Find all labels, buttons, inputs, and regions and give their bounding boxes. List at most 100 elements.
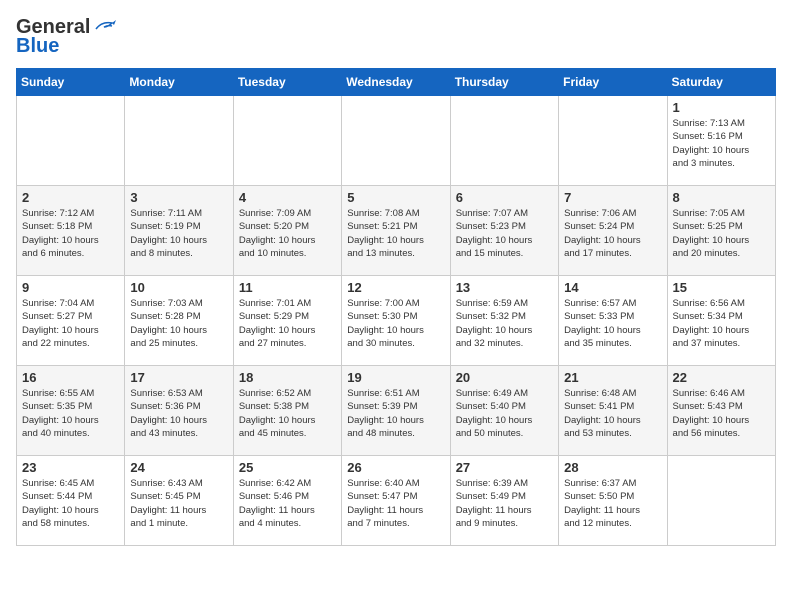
calendar-week-row: 23 Sunrise: 6:45 AM Sunset: 5:44 PM Dayli… — [17, 456, 776, 546]
day-number: 28 — [564, 460, 661, 475]
day-number: 4 — [239, 190, 336, 205]
calendar-cell: 16 Sunrise: 6:55 AM Sunset: 5:35 PM Dayli… — [17, 366, 125, 456]
calendar-cell: 26Sunrise: 6:40 AM Sunset: 5:47 PM Dayli… — [342, 456, 450, 546]
weekday-header-sunday: Sunday — [17, 69, 125, 96]
day-info: Sunrise: 7:06 AM Sunset: 5:24 PM Dayligh… — [564, 207, 661, 260]
day-info: Sunrise: 7:03 AM Sunset: 5:28 PM Dayligh… — [130, 297, 227, 350]
day-number: 8 — [673, 190, 770, 205]
day-number: 25 — [239, 460, 336, 475]
day-info: Sunrise: 6:39 AM Sunset: 5:49 PM Dayligh… — [456, 477, 553, 530]
calendar-cell: 12Sunrise: 7:00 AM Sunset: 5:30 PM Dayli… — [342, 276, 450, 366]
calendar-week-row: 1 Sunrise: 7:13 AM Sunset: 5:16 PM Daylig… — [17, 96, 776, 186]
calendar-cell: 7 Sunrise: 7:06 AM Sunset: 5:24 PM Daylig… — [559, 186, 667, 276]
weekday-header-tuesday: Tuesday — [233, 69, 341, 96]
calendar-cell — [667, 456, 775, 546]
day-number: 7 — [564, 190, 661, 205]
day-number: 12 — [347, 280, 444, 295]
calendar-cell: 27 Sunrise: 6:39 AM Sunset: 5:49 PM Dayli… — [450, 456, 558, 546]
day-info: Sunrise: 6:49 AM Sunset: 5:40 PM Dayligh… — [456, 387, 553, 440]
calendar-cell: 9 Sunrise: 7:04 AM Sunset: 5:27 PM Daylig… — [17, 276, 125, 366]
weekday-header-saturday: Saturday — [667, 69, 775, 96]
day-number: 19 — [347, 370, 444, 385]
calendar-cell — [233, 96, 341, 186]
day-number: 15 — [673, 280, 770, 295]
day-number: 21 — [564, 370, 661, 385]
day-info: Sunrise: 6:57 AM Sunset: 5:33 PM Dayligh… — [564, 297, 661, 350]
calendar-cell: 5Sunrise: 7:08 AM Sunset: 5:21 PM Daylig… — [342, 186, 450, 276]
day-number: 22 — [673, 370, 770, 385]
day-number: 17 — [130, 370, 227, 385]
day-info: Sunrise: 6:40 AM Sunset: 5:47 PM Dayligh… — [347, 477, 444, 530]
weekday-header-friday: Friday — [559, 69, 667, 96]
calendar-cell: 10 Sunrise: 7:03 AM Sunset: 5:28 PM Dayli… — [125, 276, 233, 366]
calendar-cell: 21 Sunrise: 6:48 AM Sunset: 5:41 PM Dayli… — [559, 366, 667, 456]
day-number: 24 — [130, 460, 227, 475]
calendar-cell: 25 Sunrise: 6:42 AM Sunset: 5:46 PM Dayli… — [233, 456, 341, 546]
calendar-cell: 11 Sunrise: 7:01 AM Sunset: 5:29 PM Dayli… — [233, 276, 341, 366]
day-info: Sunrise: 6:56 AM Sunset: 5:34 PM Dayligh… — [673, 297, 770, 350]
day-info: Sunrise: 6:51 AM Sunset: 5:39 PM Dayligh… — [347, 387, 444, 440]
logo-blue-text: Blue — [16, 35, 59, 58]
day-number: 2 — [22, 190, 119, 205]
weekday-header-monday: Monday — [125, 69, 233, 96]
day-info: Sunrise: 7:01 AM Sunset: 5:29 PM Dayligh… — [239, 297, 336, 350]
day-number: 27 — [456, 460, 553, 475]
logo: General Blue — [16, 16, 116, 58]
calendar-cell: 20 Sunrise: 6:49 AM Sunset: 5:40 PM Dayli… — [450, 366, 558, 456]
day-number: 1 — [673, 100, 770, 115]
day-number: 5 — [347, 190, 444, 205]
day-info: Sunrise: 6:55 AM Sunset: 5:35 PM Dayligh… — [22, 387, 119, 440]
day-number: 20 — [456, 370, 553, 385]
calendar-cell: 2 Sunrise: 7:12 AM Sunset: 5:18 PM Daylig… — [17, 186, 125, 276]
weekday-header-row: SundayMondayTuesdayWednesdayThursdayFrid… — [17, 69, 776, 96]
calendar-cell: 1 Sunrise: 7:13 AM Sunset: 5:16 PM Daylig… — [667, 96, 775, 186]
day-info: Sunrise: 6:46 AM Sunset: 5:43 PM Dayligh… — [673, 387, 770, 440]
calendar-cell: 23 Sunrise: 6:45 AM Sunset: 5:44 PM Dayli… — [17, 456, 125, 546]
day-number: 14 — [564, 280, 661, 295]
weekday-header-thursday: Thursday — [450, 69, 558, 96]
day-info: Sunrise: 6:59 AM Sunset: 5:32 PM Dayligh… — [456, 297, 553, 350]
day-info: Sunrise: 7:04 AM Sunset: 5:27 PM Dayligh… — [22, 297, 119, 350]
calendar-cell: 6 Sunrise: 7:07 AM Sunset: 5:23 PM Daylig… — [450, 186, 558, 276]
day-number: 11 — [239, 280, 336, 295]
calendar-cell: 4Sunrise: 7:09 AM Sunset: 5:20 PM Daylig… — [233, 186, 341, 276]
calendar-cell: 8 Sunrise: 7:05 AM Sunset: 5:25 PM Daylig… — [667, 186, 775, 276]
calendar-cell — [559, 96, 667, 186]
day-number: 13 — [456, 280, 553, 295]
day-info: Sunrise: 7:05 AM Sunset: 5:25 PM Dayligh… — [673, 207, 770, 260]
day-info: Sunrise: 6:45 AM Sunset: 5:44 PM Dayligh… — [22, 477, 119, 530]
day-info: Sunrise: 6:48 AM Sunset: 5:41 PM Dayligh… — [564, 387, 661, 440]
day-info: Sunrise: 6:53 AM Sunset: 5:36 PM Dayligh… — [130, 387, 227, 440]
weekday-header-wednesday: Wednesday — [342, 69, 450, 96]
calendar-cell — [17, 96, 125, 186]
day-number: 6 — [456, 190, 553, 205]
page-header: General Blue — [16, 16, 776, 58]
day-number: 9 — [22, 280, 119, 295]
day-number: 18 — [239, 370, 336, 385]
day-info: Sunrise: 6:42 AM Sunset: 5:46 PM Dayligh… — [239, 477, 336, 530]
day-info: Sunrise: 6:37 AM Sunset: 5:50 PM Dayligh… — [564, 477, 661, 530]
calendar-cell: 3Sunrise: 7:11 AM Sunset: 5:19 PM Daylig… — [125, 186, 233, 276]
calendar-table: SundayMondayTuesdayWednesdayThursdayFrid… — [16, 68, 776, 546]
calendar-week-row: 9 Sunrise: 7:04 AM Sunset: 5:27 PM Daylig… — [17, 276, 776, 366]
calendar-cell: 24 Sunrise: 6:43 AM Sunset: 5:45 PM Dayli… — [125, 456, 233, 546]
calendar-cell: 18 Sunrise: 6:52 AM Sunset: 5:38 PM Dayli… — [233, 366, 341, 456]
day-number: 16 — [22, 370, 119, 385]
calendar-cell — [450, 96, 558, 186]
day-number: 23 — [22, 460, 119, 475]
calendar-cell: 13 Sunrise: 6:59 AM Sunset: 5:32 PM Dayli… — [450, 276, 558, 366]
calendar-cell: 14 Sunrise: 6:57 AM Sunset: 5:33 PM Dayli… — [559, 276, 667, 366]
calendar-cell: 22 Sunrise: 6:46 AM Sunset: 5:43 PM Dayli… — [667, 366, 775, 456]
day-info: Sunrise: 7:13 AM Sunset: 5:16 PM Dayligh… — [673, 117, 770, 170]
day-info: Sunrise: 7:12 AM Sunset: 5:18 PM Dayligh… — [22, 207, 119, 260]
logo-bird-icon — [94, 19, 116, 37]
calendar-cell: 28 Sunrise: 6:37 AM Sunset: 5:50 PM Dayli… — [559, 456, 667, 546]
day-number: 10 — [130, 280, 227, 295]
day-info: Sunrise: 7:07 AM Sunset: 5:23 PM Dayligh… — [456, 207, 553, 260]
day-info: Sunrise: 6:52 AM Sunset: 5:38 PM Dayligh… — [239, 387, 336, 440]
calendar-cell — [125, 96, 233, 186]
day-info: Sunrise: 6:43 AM Sunset: 5:45 PM Dayligh… — [130, 477, 227, 530]
day-info: Sunrise: 7:11 AM Sunset: 5:19 PM Dayligh… — [130, 207, 227, 260]
calendar-cell — [342, 96, 450, 186]
calendar-cell: 19 Sunrise: 6:51 AM Sunset: 5:39 PM Dayli… — [342, 366, 450, 456]
